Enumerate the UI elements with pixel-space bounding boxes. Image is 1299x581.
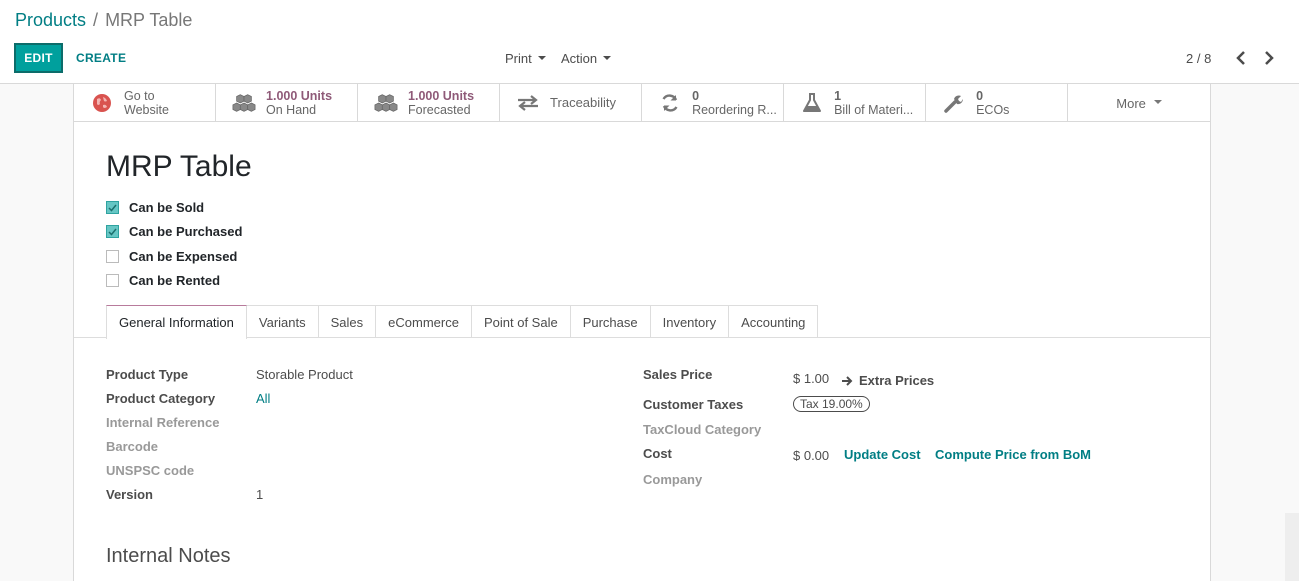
sales-price-label: Sales Price [643, 367, 713, 382]
bill-of-materials-button[interactable]: 1 Bill of Materi... [784, 84, 927, 122]
website-line2: Website [124, 103, 169, 117]
company-label: Company [643, 472, 703, 487]
can-be-purchased-checkbox[interactable] [106, 225, 119, 238]
forecasted-value: 1.000 Units [408, 89, 475, 103]
can-be-sold-checkbox[interactable] [106, 201, 119, 214]
can-be-expensed-label: Can be Expensed [129, 249, 238, 264]
reordering-label: Reordering R... [692, 103, 777, 117]
can-be-sold-label: Can be Sold [129, 200, 205, 215]
barcode-label: Barcode [106, 439, 159, 454]
product-name[interactable]: MRP Table [106, 150, 252, 184]
cost-label: Cost [643, 446, 672, 461]
product-type-value[interactable]: Storable Product [256, 367, 353, 382]
traceability-label: Traceability [550, 96, 617, 110]
traceability-button[interactable]: Traceability [500, 84, 643, 122]
tab-general-information[interactable]: General Information [106, 305, 247, 339]
sales-price-value[interactable]: $ 1.00 [793, 371, 829, 386]
notebook-tabs: General Information Variants Sales eComm… [106, 305, 819, 339]
exchange-icon [516, 95, 540, 111]
edit-button[interactable]: EDIT [14, 43, 63, 73]
version-label: Version [106, 487, 153, 502]
create-button[interactable]: CREATE [76, 51, 126, 65]
breadcrumb-current: MRP Table [105, 10, 193, 30]
breadcrumb-products-link[interactable]: Products [15, 10, 86, 31]
print-dropdown[interactable]: Print [505, 51, 546, 66]
update-cost-button[interactable]: Update Cost [844, 447, 921, 462]
product-category-label: Product Category [106, 391, 216, 406]
tab-purchase[interactable]: Purchase [570, 305, 651, 338]
ecos-label: ECOs [976, 103, 1010, 117]
pager-value[interactable]: 2 / 8 [1186, 51, 1211, 66]
bom-count: 1 [834, 89, 842, 103]
tax-badge[interactable]: Tax 19.00% [793, 396, 870, 412]
chevron-left-icon [1236, 51, 1245, 65]
product-category-link[interactable]: All [256, 391, 270, 406]
on-hand-button[interactable]: 1.000 Units On Hand [216, 84, 359, 122]
pager-previous-button[interactable] [1233, 49, 1249, 67]
check-icon [108, 204, 117, 212]
product-type-label: Product Type [106, 367, 189, 382]
customer-taxes-label: Customer Taxes [643, 397, 744, 412]
caret-down-icon [603, 55, 612, 60]
wrench-icon [942, 93, 966, 113]
can-be-expensed-checkbox[interactable] [106, 250, 119, 263]
version-value: 1 [256, 487, 264, 502]
extra-prices-button[interactable]: Extra Prices [842, 373, 934, 388]
flask-icon [800, 93, 824, 113]
can-be-rented-label: Can be Rented [129, 273, 221, 288]
globe-icon [90, 93, 114, 113]
smart-button-box: Go to Website 1.000 Units On Hand 1.000 Un… [74, 84, 1210, 122]
can-be-rented-checkbox[interactable] [106, 274, 119, 287]
bom-label: Bill of Materi... [834, 103, 914, 117]
unspsc-code-label: UNSPSC code [106, 463, 195, 478]
tab-inventory[interactable]: Inventory [650, 305, 730, 338]
breadcrumb-separator: / [93, 10, 99, 30]
on-hand-label: On Hand [266, 103, 317, 117]
cubes-icon [374, 93, 398, 113]
action-dropdown[interactable]: Action [561, 51, 612, 66]
tab-point-of-sale[interactable]: Point of Sale [471, 305, 571, 338]
more-button[interactable]: More [1068, 84, 1210, 122]
can-be-purchased-row: Can be Purchased [106, 224, 242, 239]
check-icon [108, 228, 117, 236]
reordering-rules-button[interactable]: 0 Reordering R... [642, 84, 785, 122]
go-to-website-button[interactable]: Go to Website [74, 84, 217, 122]
caret-down-icon [1153, 100, 1162, 104]
can-be-sold-row: Can be Sold [106, 200, 204, 215]
reordering-count: 0 [692, 89, 700, 103]
tab-accounting[interactable]: Accounting [729, 305, 819, 338]
forecasted-button[interactable]: 1.000 Units Forecasted [358, 84, 501, 122]
can-be-expensed-row: Can be Expensed [106, 249, 237, 264]
website-line1: Go to [124, 89, 155, 103]
form-sheet: Go to Website 1.000 Units On Hand 1.000 Un… [73, 84, 1211, 581]
breadcrumb: Products / MRP Table [15, 10, 192, 31]
pager-next-button[interactable] [1261, 49, 1277, 67]
taxcloud-category-label: TaxCloud Category [643, 422, 762, 437]
arrow-right-icon [842, 375, 853, 386]
chevron-right-icon [1265, 51, 1274, 65]
action-label: Action [561, 51, 598, 66]
internal-notes-heading: Internal Notes [106, 545, 231, 567]
cubes-icon [232, 93, 256, 113]
tab-sales[interactable]: Sales [318, 305, 377, 338]
extra-prices-label: Extra Prices [859, 373, 935, 388]
more-label: More [1116, 95, 1146, 111]
can-be-purchased-label: Can be Purchased [129, 224, 243, 239]
control-panel: Products / MRP Table EDIT CREATE Print A… [0, 0, 1299, 84]
can-be-rented-row: Can be Rented [106, 273, 220, 288]
scrollbar[interactable] [1285, 513, 1299, 581]
tab-variants[interactable]: Variants [246, 305, 319, 338]
ecos-count: 0 [976, 89, 984, 103]
cost-value[interactable]: $ 0.00 [793, 448, 829, 463]
internal-reference-label: Internal Reference [106, 415, 220, 430]
compute-price-from-bom-button[interactable]: Compute Price from BoM [935, 447, 1091, 462]
tab-ecommerce[interactable]: eCommerce [376, 305, 472, 338]
ecos-button[interactable]: 0 ECOs [926, 84, 1069, 122]
on-hand-value: 1.000 Units [266, 89, 333, 103]
print-label: Print [505, 51, 532, 66]
refresh-icon [658, 93, 682, 113]
caret-down-icon [537, 55, 546, 60]
forecasted-label: Forecasted [408, 103, 471, 117]
